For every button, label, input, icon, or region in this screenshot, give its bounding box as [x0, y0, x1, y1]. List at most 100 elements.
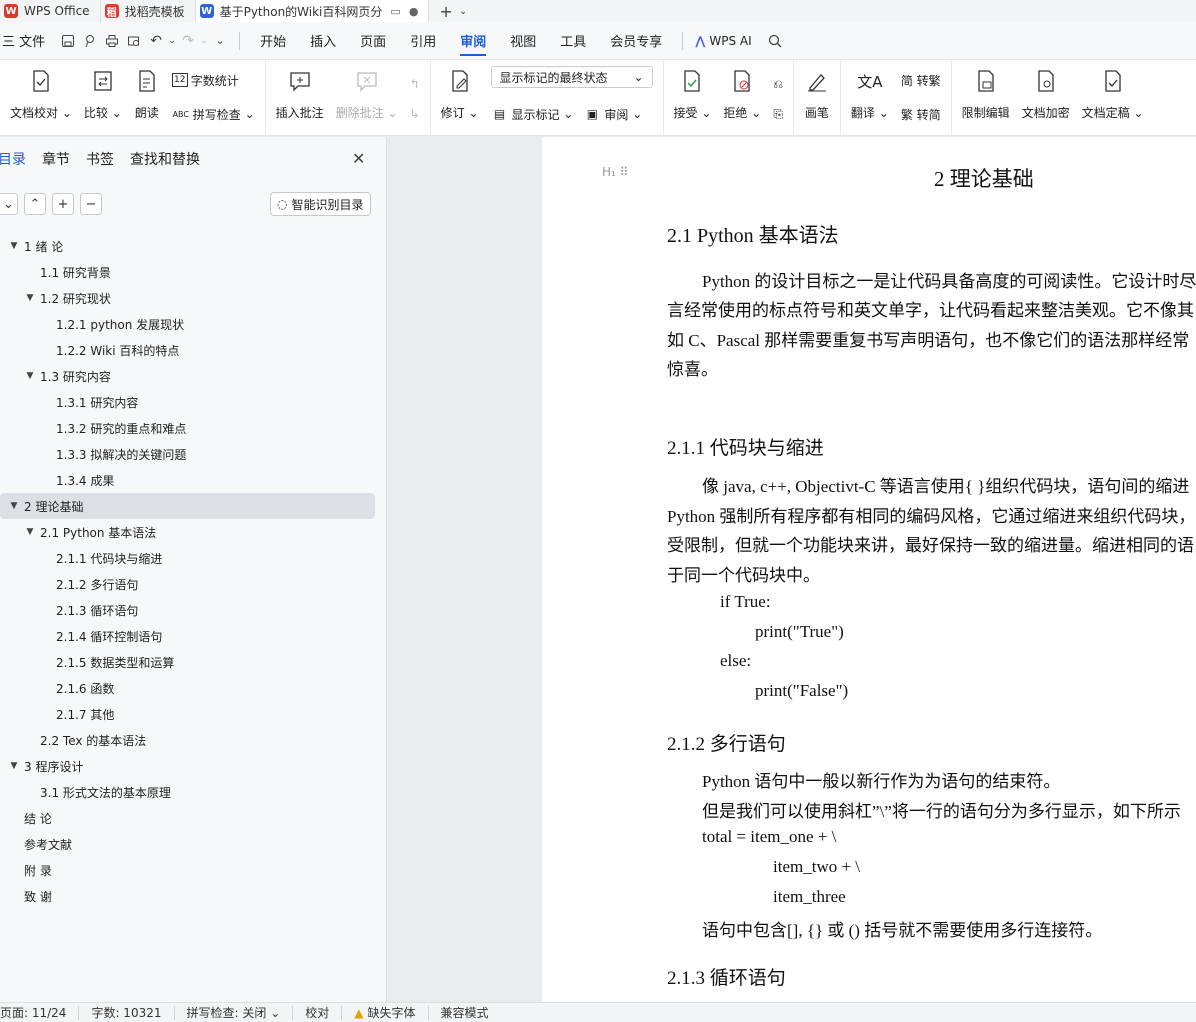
tab-list-chevron-icon[interactable]: ⌄ — [459, 6, 467, 17]
toc-item[interactable]: 1.2.2 Wiki 百科的特点 — [0, 337, 375, 363]
wps-ai-button[interactable]: ⋀ WPS AI — [691, 22, 763, 60]
close-icon[interactable]: ✕ — [352, 149, 365, 168]
proof-indicator[interactable]: 校对 — [293, 1005, 343, 1020]
menu-page[interactable]: 页面 — [348, 22, 398, 60]
toc-item[interactable]: ▼ 2 理论基础 — [0, 493, 375, 519]
heading-handle-icon[interactable]: H₁ ⠿ — [602, 165, 628, 179]
prev-comment-icon[interactable]: ↰ — [410, 74, 420, 94]
print-preview-icon[interactable] — [123, 30, 145, 52]
page-indicator[interactable]: 页面: 11/24 — [0, 1005, 80, 1020]
read-aloud-button[interactable]: 朗读 — [128, 66, 166, 121]
word-count-button[interactable]: 12 字数统计 — [171, 70, 255, 90]
compat-mode-indicator[interactable]: 兼容模式 — [429, 1006, 501, 1020]
toc-item[interactable]: 2.1.7 其他 — [0, 701, 375, 727]
redo-dropdown-icon[interactable]: ⌄ — [199, 30, 209, 52]
undo-icon[interactable]: ↶ — [145, 30, 167, 52]
toc-item[interactable]: ▼ 1.2 研究现状 — [0, 285, 375, 311]
smart-toc-button[interactable]: ◌ 智能识别目录 — [270, 192, 371, 216]
reject-button[interactable]: 拒绝 ⌄ — [717, 66, 767, 121]
menu-home[interactable]: 开始 — [248, 22, 298, 60]
prev-revision-icon[interactable]: ⎌ — [773, 74, 783, 94]
print-icon[interactable] — [101, 30, 123, 52]
accept-button[interactable]: 接受 ⌄ — [668, 66, 718, 121]
redo-icon[interactable]: ↷ — [177, 30, 199, 52]
toc-item[interactable]: 2.1.1 代码块与缩进 — [0, 545, 375, 571]
monitor-icon[interactable]: ▭ — [390, 5, 400, 18]
nav-tab-find-replace[interactable]: 查找和替换 — [130, 149, 200, 169]
toc-item[interactable]: 1.3.3 拟解决的关键问题 — [0, 441, 375, 467]
toc-item[interactable]: ▼ 3 程序设计 — [0, 753, 375, 779]
menu-review[interactable]: 审阅 — [448, 22, 498, 60]
restrict-edit-button[interactable]: 限制编辑 — [956, 66, 1016, 121]
minus-icon[interactable]: − — [80, 193, 102, 215]
nav-tab-toc[interactable]: 目录 — [0, 149, 26, 169]
tab-template[interactable]: 稻 找稻壳模板 — [101, 0, 196, 22]
display-state-select[interactable]: 显示标记的最终状态 ⌄ — [490, 66, 653, 88]
toc-item[interactable]: 2.1.5 数据类型和运算 — [0, 649, 375, 675]
export-icon[interactable] — [79, 30, 101, 52]
chevron-down-icon[interactable]: ⌄ — [0, 193, 18, 215]
nav-tab-sections[interactable]: 章节 — [42, 149, 70, 169]
new-tab-icon[interactable]: + — [439, 2, 452, 21]
menu-view[interactable]: 视图 — [498, 22, 548, 60]
menu-member[interactable]: 会员专享 — [598, 22, 674, 60]
word-count-indicator[interactable]: 字数: 10321 — [79, 1005, 175, 1020]
document-page[interactable]: H₁ ⠿ 2 理论基础 2.1 Python 基本语法 Python 的设计目标… — [542, 137, 1196, 1002]
compare-button[interactable]: 比较 ⌄ — [78, 66, 128, 121]
toc-item[interactable]: 1.1 研究背景 — [0, 259, 375, 285]
toc-item[interactable]: 参考文献 — [0, 831, 375, 857]
missing-font-indicator[interactable]: ▲ 缺失字体 — [342, 1005, 429, 1020]
doc-check-button[interactable]: 文档校对 ⌄ — [4, 66, 78, 121]
more-chevron-icon[interactable]: ⌄ — [209, 30, 231, 52]
chevron-up-icon[interactable]: ⌃ — [24, 193, 46, 215]
unsaved-dot-icon[interactable]: ● — [409, 5, 419, 18]
menu-tools[interactable]: 工具 — [548, 22, 598, 60]
caret-down-icon[interactable]: ▼ — [8, 761, 20, 771]
undo-dropdown-icon[interactable]: ⌄ — [167, 30, 177, 52]
encrypt-button[interactable]: 文档加密 — [1016, 66, 1076, 121]
to-simplified-button[interactable]: 繁 转简 — [901, 104, 941, 124]
translate-button[interactable]: 文A 翻译 ⌄ — [845, 66, 895, 121]
toc-item[interactable]: 致 谢 — [0, 883, 375, 909]
toc-item[interactable]: 2.1.2 多行语句 — [0, 571, 375, 597]
save-icon[interactable] — [57, 30, 79, 52]
toc-item[interactable]: 3.1 形式文法的基本原理 — [0, 779, 375, 805]
nav-tab-bookmarks[interactable]: 书签 — [86, 149, 114, 169]
toc-item[interactable]: 1.2.1 python 发展现状 — [0, 311, 375, 337]
toc-item[interactable]: ▼ 2.1 Python 基本语法 — [0, 519, 375, 545]
file-menu[interactable]: 三 文件 — [0, 22, 57, 60]
caret-down-icon[interactable]: ▼ — [24, 527, 36, 537]
tab-document[interactable]: W 基于Python的Wiki百科网页分 ▭ ● — [195, 0, 430, 22]
spell-check-button[interactable]: ABC 拼写检查 ⌄ — [172, 104, 255, 124]
plus-icon[interactable]: + — [52, 193, 74, 215]
insert-comment-button[interactable]: 插入批注 — [270, 66, 330, 121]
caret-down-icon[interactable]: ▼ — [24, 371, 36, 381]
toc-item[interactable]: 2.1.6 函数 — [0, 675, 375, 701]
search-icon[interactable] — [764, 30, 786, 52]
toc-item[interactable]: 2.2 Tex 的基本语法 — [0, 727, 375, 753]
toc-item[interactable]: 结 论 — [0, 805, 375, 831]
spell-check-indicator[interactable]: 拼写检查: 关闭 ⌄ — [175, 1005, 294, 1020]
caret-down-icon[interactable]: ▼ — [24, 293, 36, 303]
tab-wps-office[interactable]: W WPS Office — [0, 0, 101, 22]
delete-comment-button[interactable]: 删除批注 ⌄ — [330, 66, 404, 121]
toc-item[interactable]: ▼ 1.3 研究内容 — [0, 363, 375, 389]
toc-item[interactable]: 附 录 — [0, 857, 375, 883]
toc-item[interactable]: 1.3.4 成果 — [0, 467, 375, 493]
to-traditional-button[interactable]: 简 转繁 — [901, 70, 941, 90]
pen-button[interactable]: 画笔 — [798, 66, 836, 121]
menu-reference[interactable]: 引用 — [398, 22, 448, 60]
toc-item[interactable]: 1.3.2 研究的重点和难点 — [0, 415, 375, 441]
caret-down-icon[interactable]: ▼ — [8, 241, 20, 251]
caret-down-icon[interactable]: ▼ — [8, 501, 20, 511]
revise-button[interactable]: 修订 ⌄ — [435, 66, 485, 121]
toc-item[interactable]: ▼ 1 绪 论 — [0, 233, 375, 259]
review-pane-button[interactable]: ▣ 审阅 ⌄ — [583, 104, 643, 124]
menu-insert[interactable]: 插入 — [298, 22, 348, 60]
finalize-button[interactable]: 文档定稿 ⌄ — [1076, 66, 1150, 121]
next-revision-icon[interactable]: ⎘ — [773, 104, 783, 124]
toc-item[interactable]: 2.1.4 循环控制语句 — [0, 623, 375, 649]
next-comment-icon[interactable]: ↳ — [410, 104, 420, 124]
toc-item[interactable]: 1.3.1 研究内容 — [0, 389, 375, 415]
show-markup-button[interactable]: ▤ 显示标记 ⌄ — [491, 104, 574, 124]
